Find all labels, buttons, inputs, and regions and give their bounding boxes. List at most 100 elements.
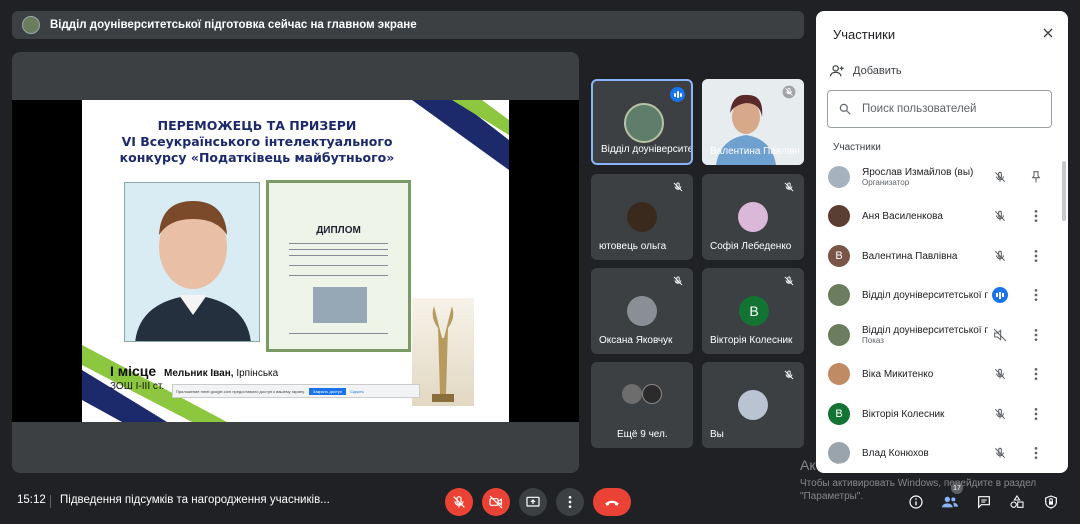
participant-row[interactable]: Відділ доуніверситетської підготовки — [828, 280, 1058, 310]
participant-row[interactable]: Аня Василенкова — [828, 201, 1058, 231]
host-controls-button[interactable] — [1041, 492, 1061, 512]
mic-off-icon[interactable] — [992, 248, 1008, 264]
activities-button[interactable] — [1007, 492, 1027, 512]
clock: 15:12 — [17, 494, 46, 506]
you-avatar — [738, 390, 768, 420]
slide-title-line3: конкурсу «Податківець майбутнього» — [119, 150, 395, 165]
place-label: І місце — [110, 363, 157, 379]
present-icon — [526, 496, 540, 507]
participant-role: Организатор — [862, 178, 910, 187]
winner-school-text: Ірпінська — [236, 368, 279, 379]
camera-toggle-button[interactable] — [482, 488, 510, 516]
meeting-details-button[interactable] — [906, 492, 926, 512]
participant-row[interactable]: Відділ доуніверситетської підготовкиПока… — [828, 320, 1058, 350]
presenter-avatar — [22, 16, 40, 34]
tile-presenter[interactable]: Відділ доуніверситетської підготовки — [591, 79, 693, 165]
participant-row[interactable]: В Валентина Павлівна — [828, 241, 1058, 271]
chat-button[interactable] — [974, 492, 994, 512]
more-options-button[interactable] — [556, 488, 584, 516]
camera-off-icon — [489, 495, 503, 509]
more-avatar-2 — [642, 384, 662, 404]
pin-icon[interactable] — [1028, 169, 1044, 185]
participant-name: Віка Микитенко — [862, 368, 934, 380]
more-options-icon[interactable] — [1028, 287, 1044, 303]
mic-off-icon — [673, 182, 683, 192]
tile-name: Ещё 9 чел. — [617, 429, 668, 440]
hide-notice-button[interactable]: Скрыть — [350, 389, 364, 394]
windows-activation-title: Активация Windows — [800, 457, 930, 473]
shared-screen: ПЕРЕМОЖЕЦЬ ТА ПРИЗЕРИ VI Всеукраїнського… — [12, 100, 579, 422]
participant-row[interactable]: В Вікторія Колесник — [828, 399, 1058, 429]
participant-name: Валентина Павлівна — [862, 250, 958, 262]
search-input[interactable] — [862, 103, 1032, 115]
mic-toggle-button[interactable] — [445, 488, 473, 516]
presentation-slide: ПЕРЕМОЖЕЦЬ ТА ПРИЗЕРИ VI Всеукраїнського… — [82, 100, 509, 422]
stop-sharing-button[interactable]: Закрыть доступ — [308, 387, 347, 395]
shield-lock-icon — [1045, 495, 1057, 509]
tile-oksana[interactable]: Оксана Яковчук — [591, 268, 693, 354]
person-add-icon — [829, 65, 844, 77]
more-options-icon[interactable] — [1028, 208, 1044, 224]
tile-name: Вікторія Колесник — [710, 335, 793, 346]
tile-name: Валентина Павлівна — [710, 146, 800, 157]
mic-off-icon[interactable] — [992, 208, 1008, 224]
participant-avatar — [828, 284, 850, 306]
tile-valentyna[interactable]: Валентина Павлівна — [702, 79, 804, 165]
participants-section-label: Участники — [833, 142, 881, 153]
participant-avatar — [828, 363, 850, 385]
divider — [50, 495, 51, 508]
mic-off-icon[interactable] — [992, 445, 1008, 461]
leave-call-button[interactable] — [593, 488, 631, 516]
people-icon — [942, 496, 958, 508]
trophy-image — [412, 298, 474, 406]
presentation-stage[interactable]: ПЕРЕМОЖЕЦЬ ТА ПРИЗЕРИ VI Всеукраїнського… — [12, 52, 579, 473]
mic-off-icon — [784, 276, 794, 286]
participants-button[interactable] — [940, 492, 960, 512]
participant-row[interactable]: Віка Микитенко — [828, 359, 1058, 389]
tile-you[interactable]: Вы — [702, 362, 804, 448]
viktoria-avatar: В — [739, 296, 769, 326]
mic-off-icon — [782, 85, 796, 99]
panel-scrollbar[interactable] — [1062, 161, 1066, 221]
add-people-button[interactable]: Добавить — [829, 63, 902, 79]
presenting-banner-text: Відділ доуніверситетської підготовка сей… — [50, 19, 417, 31]
meeting-title: Підведення підсумків та нагородження уча… — [60, 494, 330, 506]
more-options-icon[interactable] — [1028, 248, 1044, 264]
mic-off-icon[interactable] — [992, 406, 1008, 422]
portrait-image — [125, 183, 259, 341]
tile-viktoria[interactable]: В Вікторія Колесник — [702, 268, 804, 354]
tile-yutovets[interactable]: ютовець ольга — [591, 174, 693, 260]
tile-more-participants[interactable]: Ещё 9 чел. — [591, 362, 693, 448]
winner-photo — [124, 182, 260, 342]
more-options-icon[interactable] — [1028, 445, 1044, 461]
panel-title: Участники — [833, 27, 896, 42]
tile-name: Оксана Яковчук — [599, 335, 673, 346]
speaking-indicator-icon — [670, 87, 685, 102]
hang-up-icon — [605, 500, 619, 506]
diploma-image: ДИПЛОМ — [266, 180, 411, 352]
mic-off-icon[interactable] — [992, 366, 1008, 382]
participant-row[interactable]: Ярослав Измайлов (вы) Организатор — [828, 162, 1058, 192]
participant-avatar: В — [828, 245, 850, 267]
winner-name-text: Мельник Іван, — [164, 368, 234, 379]
shapes-icon — [1010, 495, 1024, 508]
presenter-tile-avatar — [624, 103, 664, 143]
more-options-icon[interactable] — [1028, 366, 1044, 382]
more-options-icon[interactable] — [1028, 327, 1044, 343]
winner-name: Мельник Іван, Ірпінська — [164, 368, 278, 379]
search-box[interactable] — [827, 90, 1052, 128]
tile-sofia[interactable]: Софія Лебеденко — [702, 174, 804, 260]
present-screen-button[interactable] — [519, 488, 547, 516]
slide-title: ПЕРЕМОЖЕЦЬ ТА ПРИЗЕРИ VI Всеукраїнського… — [92, 118, 422, 166]
mic-off-icon — [784, 182, 794, 192]
close-icon[interactable] — [1040, 25, 1056, 41]
participant-name: Відділ доуніверситетської підготовки — [862, 325, 988, 336]
mic-off-icon[interactable] — [992, 169, 1008, 185]
participant-name: Вікторія Колесник — [862, 408, 945, 420]
sound-off-icon[interactable] — [992, 327, 1008, 343]
tile-name: Вы — [710, 429, 724, 440]
speaking-indicator-icon — [992, 287, 1008, 303]
more-options-icon[interactable] — [1028, 406, 1044, 422]
mic-off-icon — [784, 370, 794, 380]
add-people-label: Добавить — [853, 65, 902, 77]
